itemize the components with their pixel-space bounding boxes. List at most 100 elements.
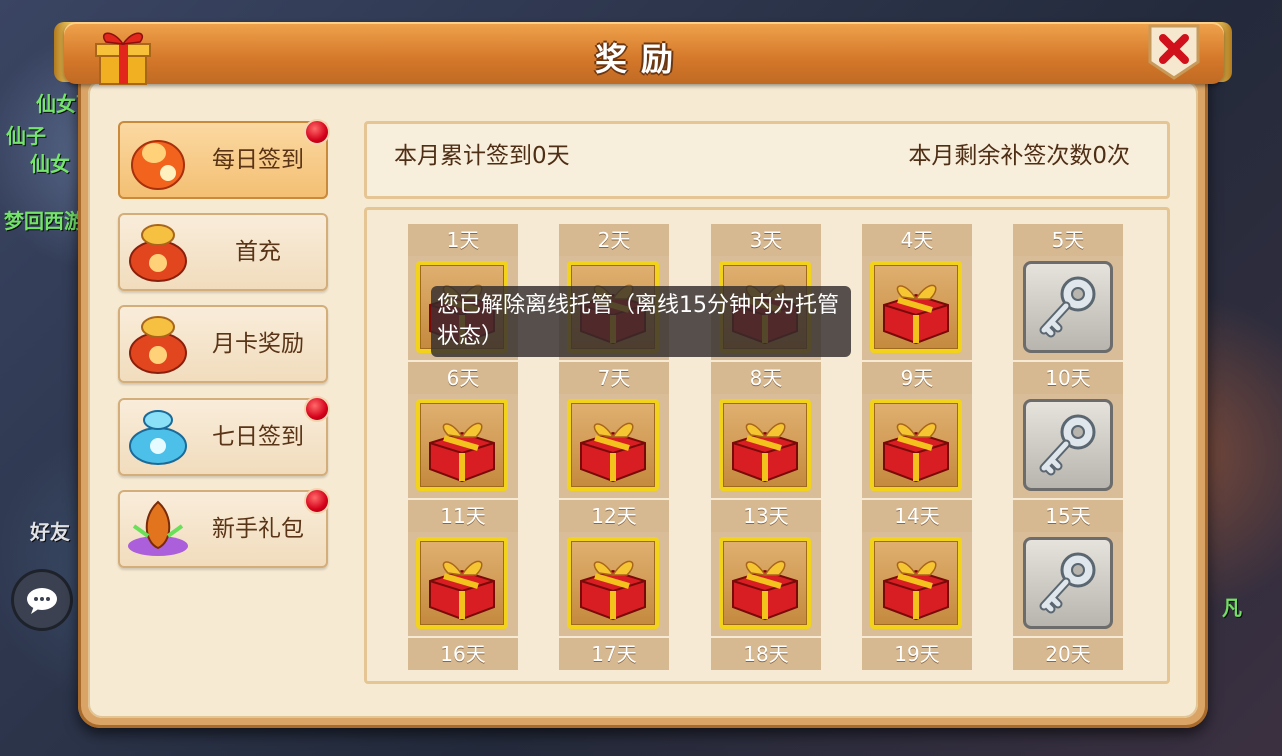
day-label: 20天 [1013,638,1123,670]
day-cell: 13天 [711,500,821,636]
key-icon [1039,414,1096,476]
reward-frame [870,537,962,629]
close-button[interactable] [1146,22,1202,80]
checkin-summary-bar: 本月累计签到0天 本月剩余补签次数0次 [364,121,1170,199]
day-cell: 4天 [862,224,972,360]
day-reward-slot[interactable] [408,532,518,636]
day-cell: 15天 [1013,500,1123,636]
day-cell: 20天 [1013,638,1123,684]
day-label: 1天 [408,224,518,256]
chat-bubble-icon [27,588,57,614]
menu-newbie-pack[interactable]: 新手礼包 [118,488,330,568]
day-label: 17天 [559,638,669,670]
key-icon [1039,552,1096,614]
day-cell: 5天 [1013,224,1123,360]
notification-badge [304,396,330,422]
reward-frame [1023,537,1113,629]
reward-frame [567,537,659,629]
day-reward-slot[interactable] [559,532,669,636]
checkin-calendar-grid: 1天 2天 3天 4天 5天 6天 7天 8天 9天 10天 11天 12天 13天 14天 15天 16天 1… [364,207,1170,684]
menu-label: 新手礼包 [212,516,304,542]
close-icon [1148,24,1200,80]
day-cell: 11天 [408,500,518,636]
notification-badge [304,119,330,145]
window-title: 奖励 [594,40,687,78]
day-label: 5天 [1013,224,1123,256]
day-cell: 14天 [862,500,972,636]
makeup-count-text: 本月剩余补签次数0次 [908,143,1130,169]
day-cell: 18天 [711,638,821,684]
red-pouch-icon [131,140,185,190]
day-label: 13天 [711,500,821,532]
reward-frame [1023,399,1113,491]
menu-label: 七日签到 [212,424,304,450]
day-label: 6天 [408,362,518,394]
gift-box-icon [732,560,798,621]
day-reward-slot[interactable] [1013,256,1123,360]
day-reward-slot[interactable] [862,532,972,636]
day-label: 19天 [862,638,972,670]
gift-box-icon [580,422,646,483]
day-label: 4天 [862,224,972,256]
day-cell: 8天 [711,362,821,498]
day-label: 9天 [862,362,972,394]
gift-box-icon [429,560,495,621]
day-reward-slot[interactable] [862,256,972,360]
day-label: 16天 [408,638,518,670]
reward-frame [1023,261,1113,353]
day-cell: 9天 [862,362,972,498]
blue-pouch-icon [129,410,187,465]
gift-box-icon [732,422,798,483]
day-reward-slot[interactable] [408,394,518,498]
bg-player-name: 仙子 [6,124,46,148]
day-reward-slot[interactable] [862,394,972,498]
day-reward-slot[interactable] [1013,532,1123,636]
reward-frame [416,399,508,491]
treasure-bag-icon [129,224,187,282]
reward-frame [567,399,659,491]
bg-player-name: 仙女 [30,152,70,176]
reward-frame [870,261,962,353]
bg-player-name: 凡 [1222,596,1242,620]
day-label: 10天 [1013,362,1123,394]
day-reward-slot[interactable] [711,394,821,498]
gift-box-icon [580,560,646,621]
friends-label[interactable]: 好友 [30,516,70,545]
gift-box-icon [429,422,495,483]
day-cell: 16天 [408,638,518,684]
day-label: 14天 [862,500,972,532]
gift-box-icon [883,284,949,345]
menu-label: 首充 [235,239,281,265]
menu-label: 月卡奖励 [212,331,304,357]
day-cell: 10天 [1013,362,1123,498]
menu-monthly-card[interactable]: 月卡奖励 [118,305,328,383]
day-label: 11天 [408,500,518,532]
menu-first-recharge[interactable]: 首充 [118,213,328,291]
gift-box-icon [883,560,949,621]
day-label: 15天 [1013,500,1123,532]
day-label: 8天 [711,362,821,394]
day-cell: 19天 [862,638,972,684]
reward-frame [416,537,508,629]
menu-seven-day-checkin[interactable]: 七日签到 [118,396,330,476]
key-icon [1039,276,1096,338]
day-label: 3天 [711,224,821,256]
day-reward-slot[interactable] [559,394,669,498]
gift-box-icon [95,32,151,85]
day-cell: 6天 [408,362,518,498]
day-label: 2天 [559,224,669,256]
day-cell: 12天 [559,500,669,636]
chat-button[interactable] [14,572,70,628]
signed-days-text: 本月累计签到0天 [394,143,570,169]
magic-orb-icon [128,500,188,556]
offline-hosting-toast: 您已解除离线托管（离线15分钟内为托管状态） [431,286,851,357]
gift-box-icon [883,422,949,483]
reward-frame [719,537,811,629]
day-reward-slot[interactable] [711,532,821,636]
treasure-bag-icon [129,316,187,374]
day-reward-slot[interactable] [1013,394,1123,498]
day-cell: 7天 [559,362,669,498]
menu-daily-checkin[interactable]: 每日签到 [118,119,330,199]
reward-frame [870,399,962,491]
day-label: 18天 [711,638,821,670]
